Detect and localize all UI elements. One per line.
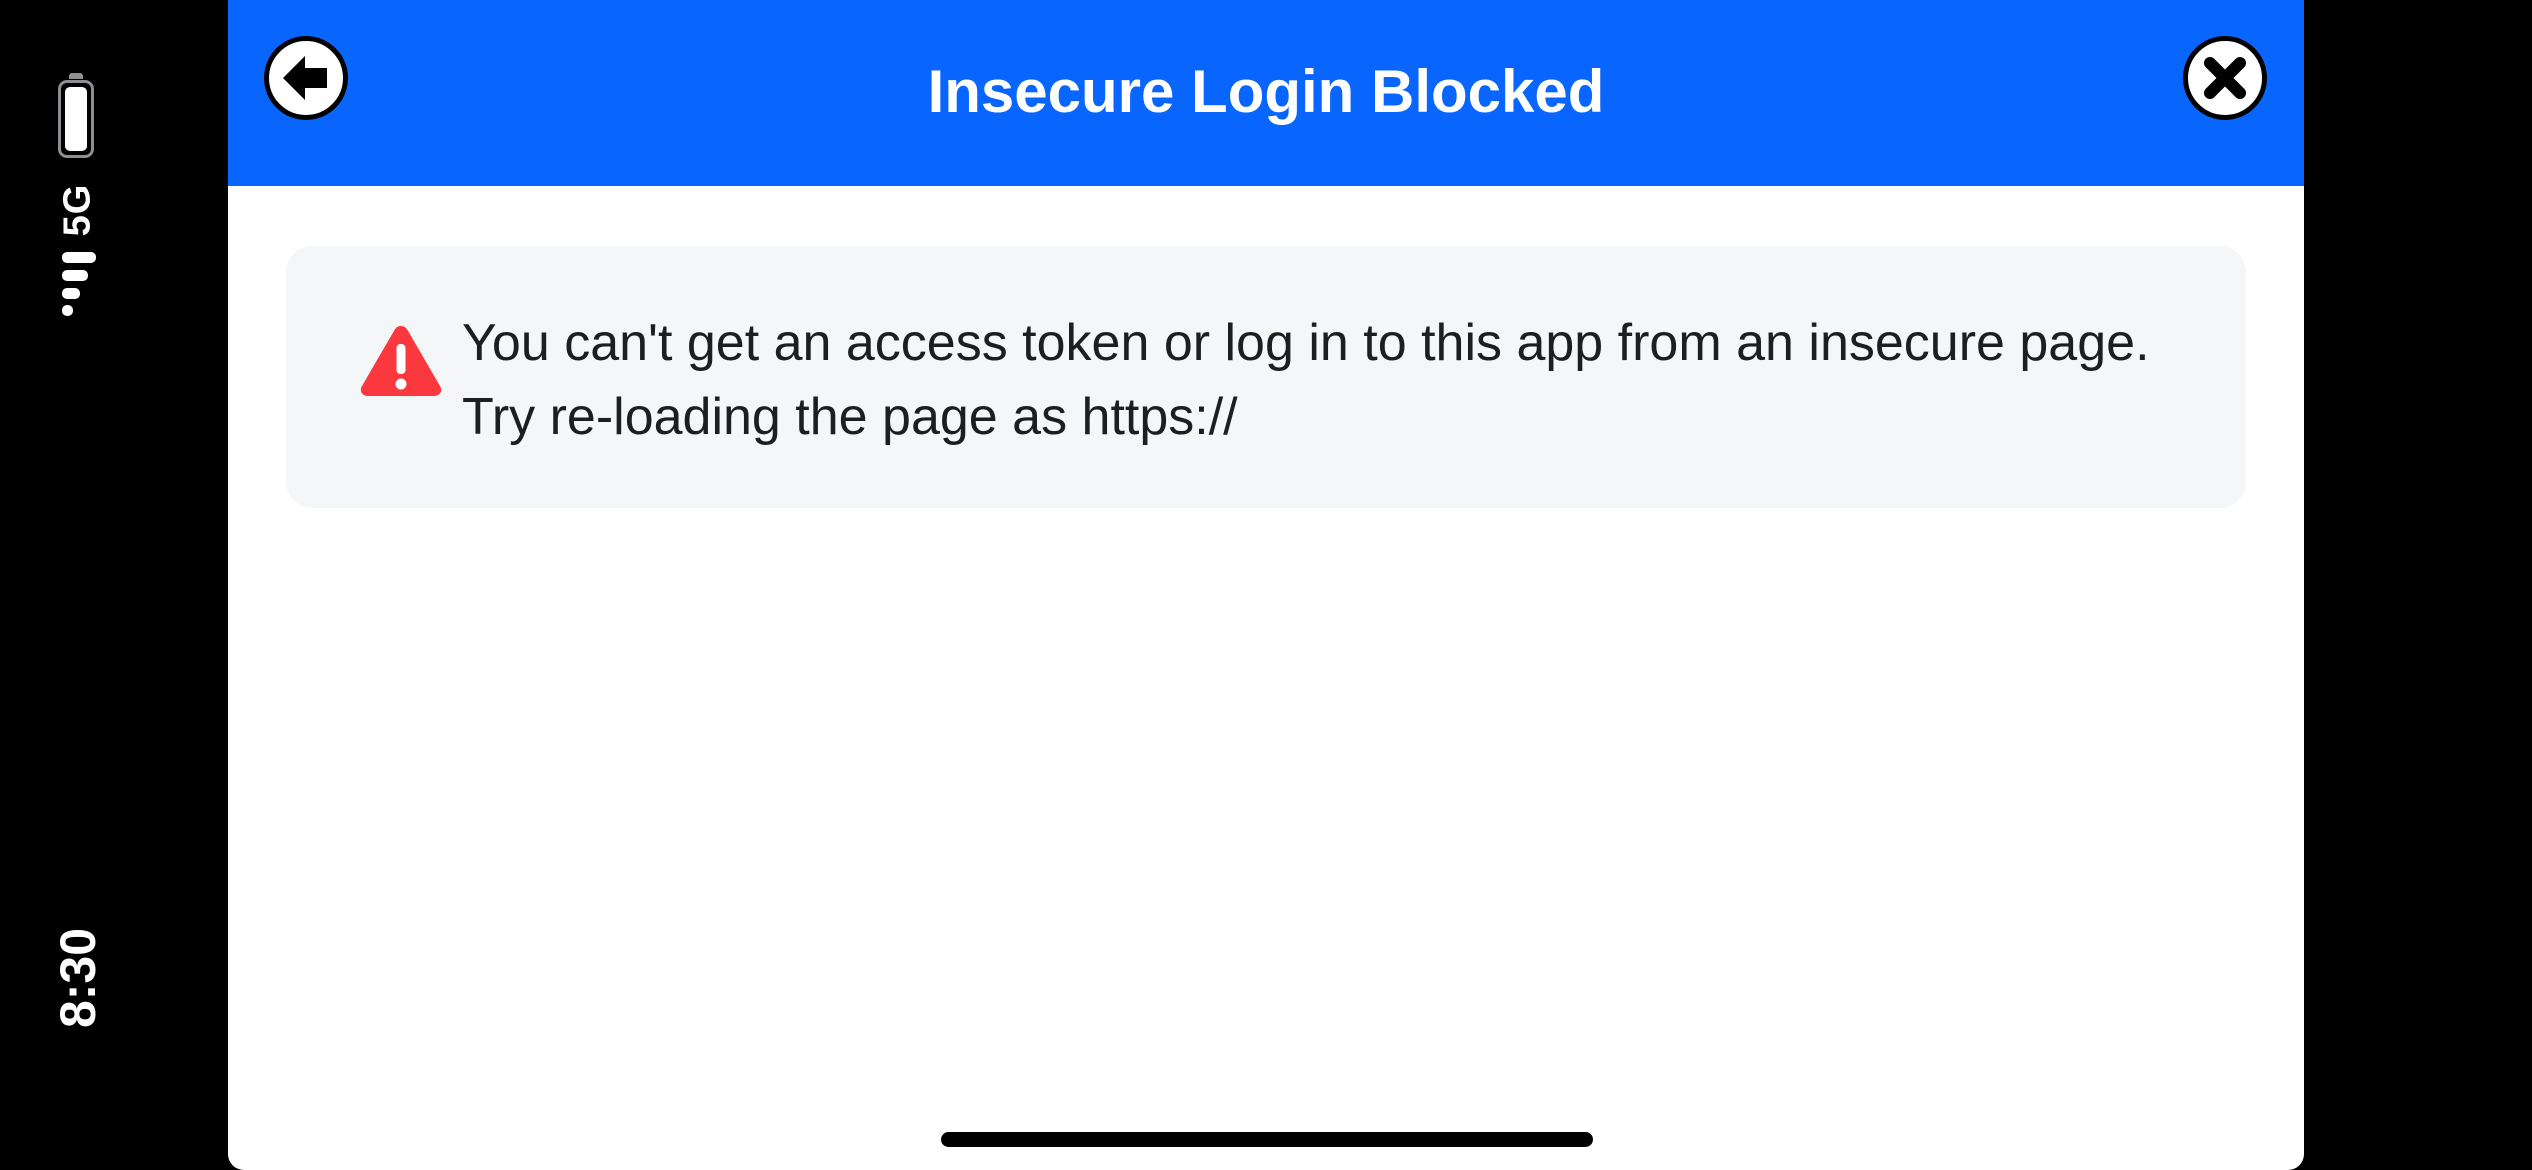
battery-icon: [58, 80, 94, 158]
battery-cap: [69, 73, 83, 79]
signal-bar-4: [62, 252, 96, 263]
warning-icon: [360, 326, 442, 396]
status-bar: 5G 8:30: [0, 0, 160, 1170]
close-icon: [2204, 57, 2246, 99]
signal-bar-3: [62, 270, 88, 281]
status-time: 8:30: [50, 927, 106, 1029]
signal-icon: [62, 252, 96, 316]
dialog-title: Insecure Login Blocked: [927, 58, 1605, 125]
screen: 5G 8:30 Insecure Login Blocked You can't…: [0, 0, 2532, 1170]
error-message: You can't get an access token or log in …: [462, 314, 2150, 446]
signal-bar-2: [62, 288, 80, 299]
signal-bar-1: [62, 305, 73, 316]
battery-level: [65, 87, 87, 151]
login-dialog: Insecure Login Blocked You can't get an …: [228, 0, 2304, 1170]
message-box: You can't get an access token or log in …: [286, 246, 2246, 508]
home-indicator[interactable]: [941, 1132, 1593, 1147]
close-button[interactable]: [2183, 36, 2267, 120]
dialog-header: Insecure Login Blocked: [228, 0, 2304, 186]
network-type: 5G: [56, 183, 99, 237]
